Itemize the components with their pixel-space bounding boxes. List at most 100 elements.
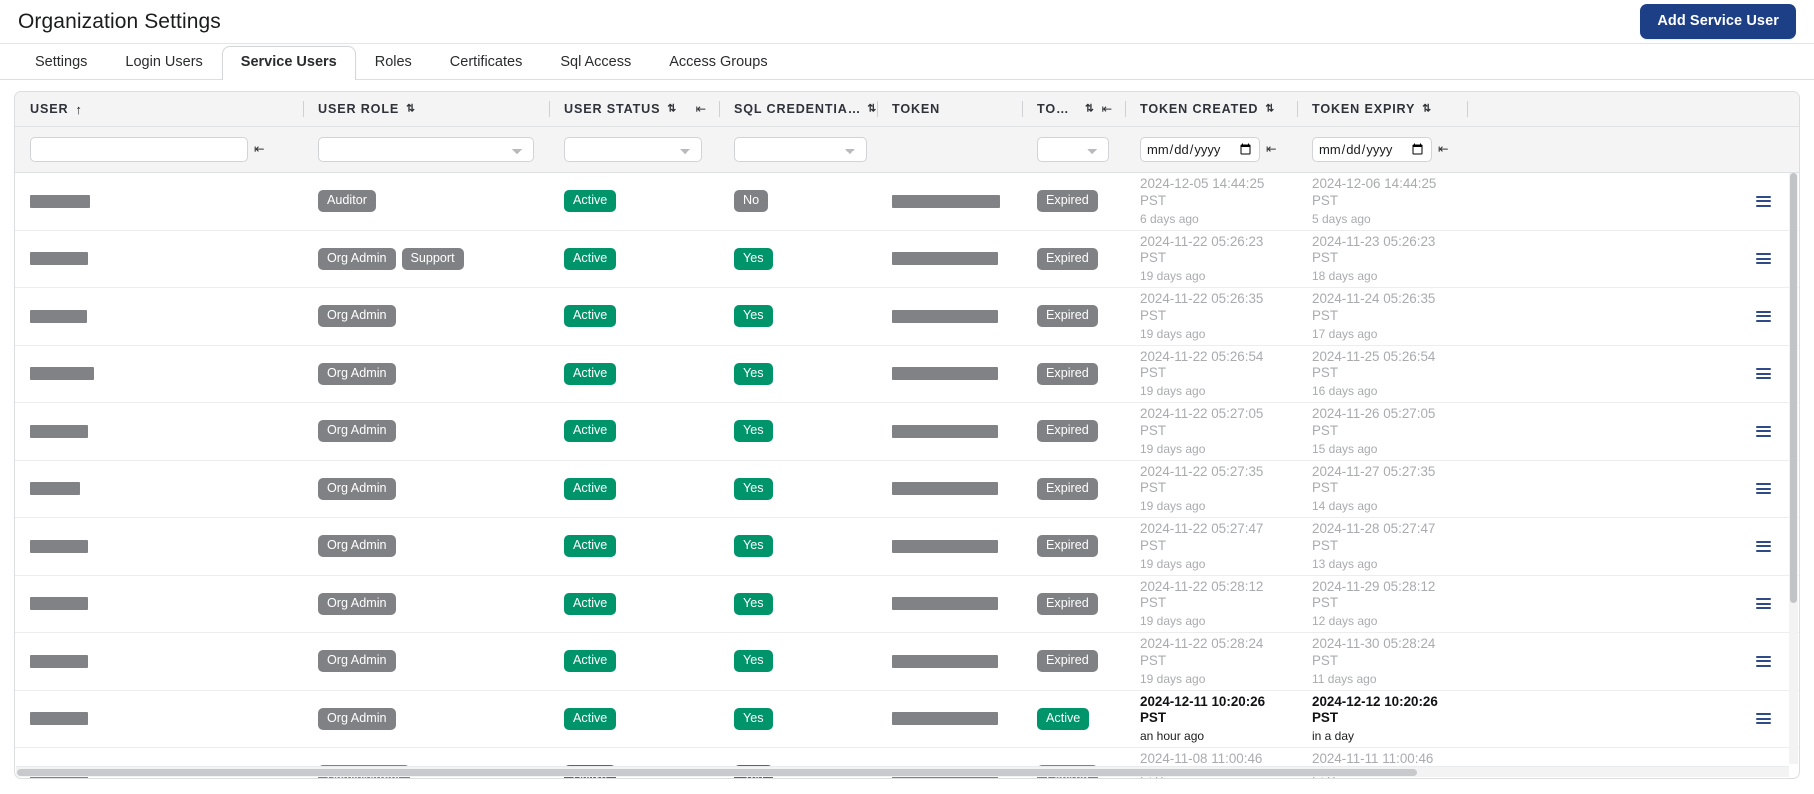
token-expiry-date-filter[interactable] bbox=[1312, 137, 1432, 162]
timestamp-relative: 19 days ago bbox=[1140, 384, 1206, 398]
user-status-badge: Active bbox=[564, 420, 617, 443]
vertical-scrollbar[interactable] bbox=[1789, 173, 1798, 764]
sql-credentials-filter-select[interactable] bbox=[734, 137, 867, 162]
tab-settings[interactable]: Settings bbox=[16, 46, 106, 80]
row-actions-menu-icon[interactable] bbox=[1756, 598, 1771, 610]
column-divider bbox=[1125, 101, 1126, 117]
sort-ascending-descending-icon[interactable]: ⇅ bbox=[1085, 103, 1095, 114]
pin-column-icon-token-expiry[interactable]: ⇤ bbox=[1438, 143, 1448, 156]
redacted-user-value bbox=[30, 482, 80, 496]
tab-certificates[interactable]: Certificates bbox=[431, 46, 542, 80]
horizontal-scrollbar-thumb[interactable] bbox=[17, 769, 1417, 776]
cell-token-expiry: 2024-12-06 14:44:25 PST 5 days ago bbox=[1297, 173, 1467, 231]
sort-ascending-descending-icon[interactable]: ⇅ bbox=[406, 103, 416, 114]
token-status-filter-select[interactable] bbox=[1037, 137, 1109, 162]
tab-sql-access[interactable]: Sql Access bbox=[541, 46, 650, 80]
cell-token bbox=[877, 231, 1022, 288]
column-header-user_role[interactable]: USER ROLE ⇅ bbox=[303, 92, 549, 127]
redacted-token-value bbox=[892, 482, 998, 496]
timestamp-relative: 18 days ago bbox=[1312, 269, 1378, 283]
column-header-user[interactable]: USER ↑ bbox=[15, 92, 303, 127]
timestamp-absolute: 2024-12-06 14:44:25 PST bbox=[1312, 176, 1437, 208]
row-actions-menu-icon[interactable] bbox=[1756, 425, 1771, 437]
row-actions-menu-icon[interactable] bbox=[1756, 483, 1771, 495]
timestamp-absolute: 2024-11-22 05:26:54 PST bbox=[1140, 348, 1264, 381]
cell-token-created-value: 2024-11-22 05:28:12 PST 19 days ago bbox=[1140, 579, 1287, 630]
tab-service-users[interactable]: Service Users bbox=[221, 45, 356, 80]
cell-user-status: Active bbox=[549, 633, 719, 691]
row-actions-menu-icon[interactable] bbox=[1756, 310, 1771, 322]
cell-user-role: Org Admin bbox=[303, 288, 549, 346]
timestamp-absolute: 2024-11-22 05:26:35 PST bbox=[1140, 291, 1264, 323]
add-service-user-button[interactable]: Add Service User bbox=[1640, 4, 1796, 39]
sort-ascending-icon[interactable]: ↑ bbox=[75, 103, 82, 116]
redacted-user-value bbox=[30, 712, 88, 726]
role-badge: Org Admin bbox=[318, 420, 396, 443]
vertical-scrollbar-thumb[interactable] bbox=[1790, 173, 1797, 603]
row-actions-menu-icon[interactable] bbox=[1756, 368, 1771, 380]
row-actions-menu-icon[interactable] bbox=[1756, 713, 1771, 725]
horizontal-scrollbar[interactable] bbox=[16, 766, 1789, 777]
pin-column-icon[interactable]: ⇤ bbox=[696, 103, 707, 116]
cell-token bbox=[877, 461, 1022, 518]
redacted-token-value bbox=[892, 194, 1000, 208]
redacted-user-value bbox=[30, 309, 87, 323]
user-status-badge: Active bbox=[564, 650, 617, 673]
column-header-label: TOK… bbox=[1037, 102, 1079, 116]
column-header-label: USER STATUS bbox=[564, 102, 661, 116]
column-header-token_created[interactable]: TOKEN CREATED ⇅ bbox=[1125, 92, 1297, 127]
cell-token-created-value: 2024-11-22 05:26:35 PST 19 days ago bbox=[1140, 291, 1287, 342]
role-badge: Support bbox=[401, 247, 464, 270]
cell-token-created: 2024-11-22 05:28:24 PST 19 days ago bbox=[1125, 633, 1297, 691]
column-header-token_status[interactable]: TOK… ⇅ ⇤ bbox=[1022, 92, 1125, 127]
cell-token-status: Expired bbox=[1022, 288, 1125, 346]
sort-ascending-descending-icon[interactable]: ⇅ bbox=[1265, 103, 1275, 114]
user-status-badge: Active bbox=[564, 477, 617, 500]
column-header-user_status[interactable]: USER STATUS ⇅ ⇤ bbox=[549, 92, 719, 127]
cell-user-role: Org Admin Support bbox=[303, 231, 549, 288]
tab-login-users[interactable]: Login Users bbox=[106, 46, 221, 80]
user-role-filter-select[interactable] bbox=[318, 137, 534, 162]
column-header-label: USER bbox=[30, 102, 69, 116]
timestamp-relative: 19 days ago bbox=[1140, 441, 1206, 456]
token-created-date-filter[interactable] bbox=[1140, 137, 1260, 162]
column-header-token[interactable]: TOKEN bbox=[877, 92, 1022, 127]
timestamp-absolute: 2024-11-22 05:28:12 PST bbox=[1140, 578, 1264, 611]
user-status-filter-select[interactable] bbox=[564, 137, 702, 162]
filter-cell-user-status bbox=[549, 127, 719, 173]
user-status-badge: Active bbox=[564, 592, 617, 615]
cell-actions bbox=[1467, 403, 1799, 461]
user-status-badge: Active bbox=[564, 707, 617, 730]
pin-column-icon-token-created[interactable]: ⇤ bbox=[1266, 143, 1276, 156]
row-actions-menu-icon[interactable] bbox=[1756, 540, 1771, 552]
row-actions-menu-icon[interactable] bbox=[1756, 253, 1771, 265]
tab-roles[interactable]: Roles bbox=[356, 46, 431, 80]
cell-token-created-value: 2024-11-22 05:27:05 PST 19 days ago bbox=[1140, 406, 1287, 457]
cell-token-expiry: 2024-11-30 05:28:24 PST 11 days ago bbox=[1297, 633, 1467, 691]
pin-column-icon[interactable]: ⇤ bbox=[1102, 103, 1113, 116]
token-status-badge: Expired bbox=[1037, 650, 1098, 673]
user-filter-input[interactable] bbox=[30, 137, 248, 162]
timestamp-absolute: 2024-11-22 05:26:23 PST bbox=[1140, 233, 1264, 266]
pin-column-icon-user[interactable]: ⇤ bbox=[254, 143, 264, 156]
timestamp-absolute: 2024-11-22 05:28:24 PST bbox=[1140, 636, 1264, 668]
cell-actions bbox=[1467, 346, 1799, 403]
tab-access-groups[interactable]: Access Groups bbox=[650, 46, 786, 80]
column-header-actions[interactable] bbox=[1467, 92, 1799, 127]
cell-user-status: Active bbox=[549, 461, 719, 518]
row-actions-menu-icon[interactable] bbox=[1756, 655, 1771, 667]
timestamp-relative: 19 days ago bbox=[1140, 269, 1206, 283]
sort-ascending-descending-icon[interactable]: ⇅ bbox=[1422, 103, 1432, 114]
column-header-token_expiry[interactable]: TOKEN EXPIRY ⇅ bbox=[1297, 92, 1467, 127]
row-actions-menu-icon[interactable] bbox=[1756, 195, 1771, 207]
timestamp-relative: 5 days ago bbox=[1312, 211, 1371, 226]
column-header-sql_creds[interactable]: SQL CREDENTIALS ⇅ bbox=[719, 92, 877, 127]
cell-token-expiry: 2024-11-24 05:26:35 PST 17 days ago bbox=[1297, 288, 1467, 346]
sort-ascending-descending-icon[interactable]: ⇅ bbox=[667, 103, 677, 114]
timestamp-relative: 13 days ago bbox=[1312, 556, 1378, 571]
cell-token-status: Expired bbox=[1022, 173, 1125, 231]
sql-credentials-badge: Yes bbox=[734, 535, 773, 558]
sort-ascending-descending-icon[interactable]: ⇅ bbox=[867, 103, 877, 114]
cell-user-role: Auditor bbox=[303, 173, 549, 231]
cell-actions bbox=[1467, 461, 1799, 518]
